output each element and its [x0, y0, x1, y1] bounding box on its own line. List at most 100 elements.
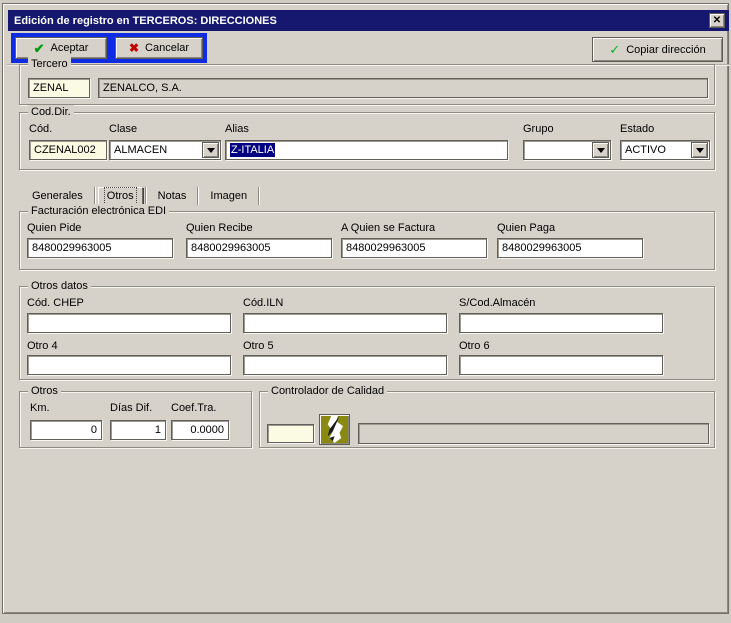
- chevron-down-icon: [597, 148, 605, 157]
- grupo-combobox[interactable]: [523, 140, 611, 160]
- x-icon: ✖: [129, 42, 139, 54]
- tab-separator: [145, 187, 147, 205]
- tab-label: Imagen: [210, 190, 247, 202]
- dias-dif-field[interactable]: 1: [110, 420, 166, 440]
- a-quien-se-factura-field[interactable]: 8480029963005: [341, 238, 487, 258]
- screen: Edición de registro en TERCEROS: DIRECCI…: [0, 0, 731, 623]
- group-controlador-legend: Controlador de Calidad: [268, 384, 387, 398]
- quien-paga-field[interactable]: 8480029963005: [497, 238, 643, 258]
- group-edi: Facturación electrónica EDI Quien Pide Q…: [19, 211, 715, 270]
- field-label: Cód.ILN: [243, 297, 283, 309]
- field-label: S/Cod.Almacén: [459, 297, 535, 309]
- cod-chep-field[interactable]: [27, 313, 231, 333]
- field-label: Otro 6: [459, 340, 490, 352]
- tab-label: Notas: [158, 190, 187, 202]
- field-label: Quien Paga: [497, 222, 555, 234]
- tab-imagen[interactable]: Imagen: [201, 188, 256, 204]
- group-otros: Otros Km. Días Dif. Coef.Tra. 0 1 0.0000: [19, 391, 252, 448]
- controlador-code-field[interactable]: [267, 424, 314, 443]
- accept-button[interactable]: ✔ Aceptar: [15, 37, 107, 59]
- cod-value: CZENAL002: [34, 144, 96, 156]
- tab-label: Generales: [32, 190, 83, 202]
- field-label: Quien Recibe: [186, 222, 253, 234]
- quality-controller-lookup-button[interactable]: [319, 414, 350, 445]
- cancel-button[interactable]: ✖ Cancelar: [115, 37, 203, 59]
- group-cod-dir-legend: Cod.Dir.: [28, 105, 74, 119]
- chevron-down-icon: [696, 148, 704, 157]
- dias-dif-value: 1: [155, 424, 161, 436]
- coef-tra-value: 0.0000: [190, 424, 224, 436]
- field-label: Grupo: [523, 123, 554, 135]
- field-label: Alias: [225, 123, 249, 135]
- group-cod-dir: Cod.Dir. Cód. Clase Alias Grupo Estado C…: [19, 112, 715, 170]
- cod-iln-field[interactable]: [243, 313, 447, 333]
- estado-dropdown-button[interactable]: [691, 142, 708, 158]
- check-icon: ✔: [34, 42, 45, 55]
- alias-field[interactable]: Z-ITALIA: [225, 140, 508, 160]
- field-label: Cód.: [29, 123, 52, 135]
- field-label: Días Dif.: [110, 402, 152, 414]
- group-tercero-legend: Tercero: [28, 57, 71, 71]
- dialog-window: Edición de registro en TERCEROS: DIRECCI…: [2, 3, 729, 614]
- otro-6-field[interactable]: [459, 355, 663, 375]
- tab-label: Otros: [107, 190, 134, 202]
- tercero-name-value: ZENALCO, S.A.: [103, 82, 182, 94]
- chevron-down-icon: [207, 148, 215, 157]
- tab-notas[interactable]: Notas: [149, 188, 196, 204]
- otro-5-field[interactable]: [243, 355, 447, 375]
- estado-combobox[interactable]: ACTIVO: [620, 140, 710, 160]
- close-button[interactable]: ✕: [709, 13, 725, 28]
- coef-tra-field[interactable]: 0.0000: [171, 420, 229, 440]
- tab-separator: [197, 187, 199, 205]
- cod-field[interactable]: CZENAL002: [29, 140, 107, 160]
- field-label: Otro 5: [243, 340, 274, 352]
- tab-otros[interactable]: Otros: [98, 187, 143, 205]
- grupo-dropdown-button[interactable]: [592, 142, 609, 158]
- clase-value: ALMACEN: [114, 144, 167, 156]
- scod-almacen-field[interactable]: [459, 313, 663, 333]
- tab-generales[interactable]: Generales: [23, 188, 92, 204]
- field-label: Km.: [30, 402, 50, 414]
- km-field[interactable]: 0: [30, 420, 102, 440]
- group-otros-legend: Otros: [28, 384, 61, 398]
- copy-address-button-label: Copiar dirección: [626, 44, 705, 56]
- group-tercero: Tercero ZENAL ZENALCO, S.A.: [19, 64, 715, 105]
- tercero-code-value: ZENAL: [33, 82, 68, 94]
- alias-selected-text: Z-ITALIA: [230, 143, 275, 157]
- quien-pide-field[interactable]: 8480029963005: [27, 238, 173, 258]
- copy-address-button[interactable]: ✓ Copiar dirección: [592, 37, 723, 62]
- field-label: Estado: [620, 123, 654, 135]
- cancel-button-label: Cancelar: [145, 42, 189, 54]
- quien-recibe-field[interactable]: 8480029963005: [186, 238, 332, 258]
- km-value: 0: [91, 424, 97, 436]
- tab-separator: [258, 187, 260, 205]
- tercero-code-field[interactable]: ZENAL: [28, 78, 90, 98]
- estado-value: ACTIVO: [625, 144, 666, 156]
- window-title: Edición de registro en TERCEROS: DIRECCI…: [14, 15, 277, 27]
- field-label: Clase: [109, 123, 137, 135]
- tab-separator: [94, 187, 96, 205]
- field-label: Otro 4: [27, 340, 58, 352]
- title-bar: Edición de registro en TERCEROS: DIRECCI…: [8, 10, 729, 31]
- group-otros-datos: Otros datos Cód. CHEP Cód.ILN S/Cod.Alma…: [19, 286, 715, 380]
- check-icon: ✓: [609, 43, 620, 56]
- group-otros-datos-legend: Otros datos: [28, 279, 91, 293]
- group-controlador: Controlador de Calidad: [259, 391, 715, 448]
- cancel-focus-frame: ✖ Cancelar: [111, 33, 207, 63]
- quien-paga-value: 8480029963005: [502, 242, 582, 254]
- field-label: Quien Pide: [27, 222, 81, 234]
- field-label: Cód. CHEP: [27, 297, 84, 309]
- field-label: A Quien se Factura: [341, 222, 435, 234]
- writing-hand-icon: [321, 416, 348, 443]
- quien-recibe-value: 8480029963005: [191, 242, 271, 254]
- group-edi-legend: Facturación electrónica EDI: [28, 204, 169, 218]
- otro-4-field[interactable]: [27, 355, 231, 375]
- clase-dropdown-button[interactable]: [202, 142, 219, 158]
- quien-pide-value: 8480029963005: [32, 242, 112, 254]
- controlador-name-field: [358, 423, 709, 444]
- close-icon: ✕: [713, 15, 721, 26]
- a-quien-se-factura-value: 8480029963005: [346, 242, 426, 254]
- field-label: Coef.Tra.: [171, 402, 216, 414]
- accept-button-label: Aceptar: [50, 42, 88, 54]
- clase-combobox[interactable]: ALMACEN: [109, 140, 221, 160]
